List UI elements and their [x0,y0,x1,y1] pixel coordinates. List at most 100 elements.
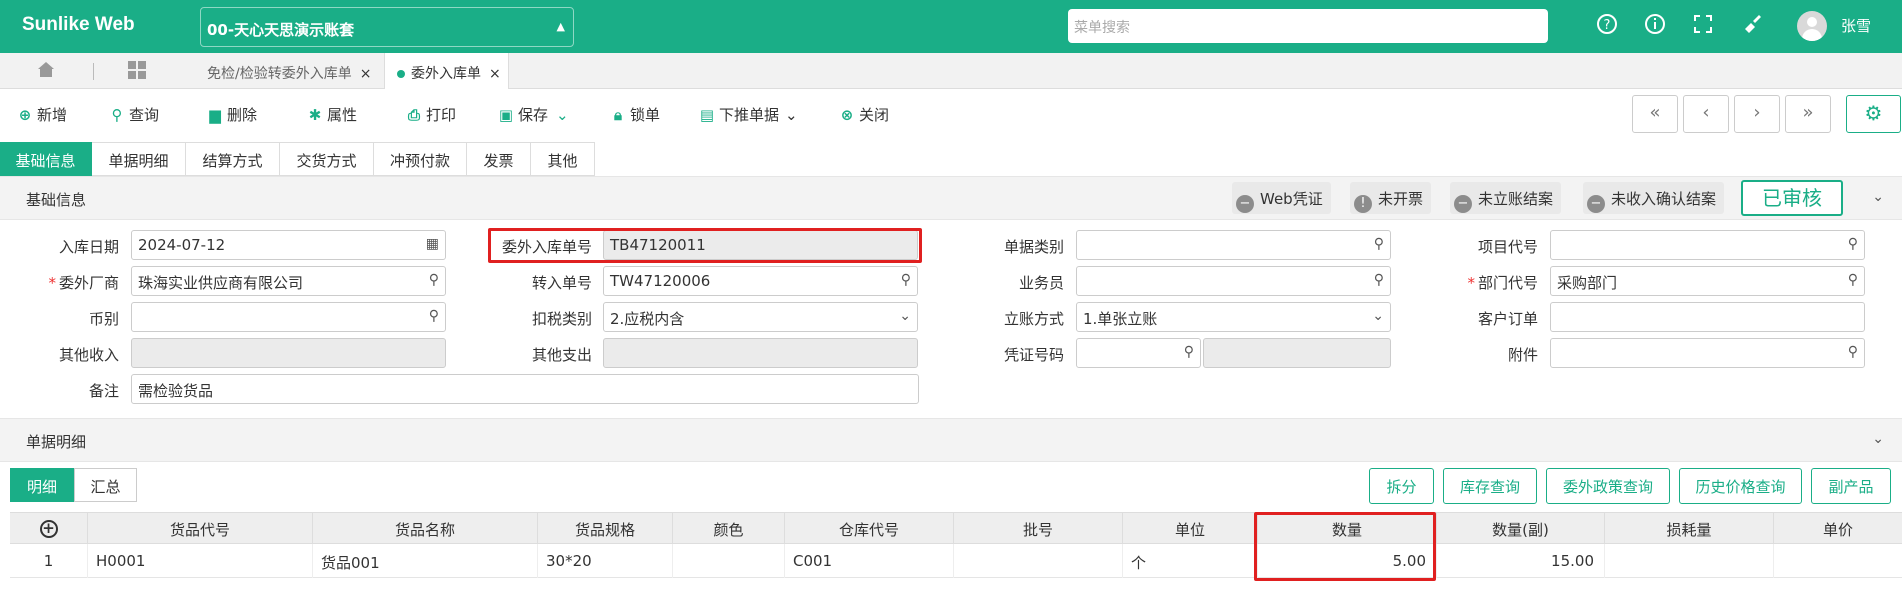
voucher-no-field[interactable]: ⚲ [1076,338,1201,368]
cell-qty2[interactable]: 15.00 [1437,544,1605,578]
col-loss[interactable]: 损耗量 [1605,513,1774,545]
by-product-button[interactable]: 副产品 [1811,468,1891,504]
stock-query-button[interactable]: 库存查询 [1443,468,1537,504]
last-record-button[interactable]: » [1785,95,1831,133]
settings-button[interactable]: ⚙ [1846,95,1901,133]
query-button[interactable]: ⚲ 查询 [108,104,160,125]
tab-inspection-transfer[interactable]: 免检/检验转委外入库单 × [195,53,385,89]
avatar[interactable] [1797,11,1827,41]
cell-warehouse[interactable]: C001 [785,544,954,578]
help-circle-icon[interactable]: ? [1594,13,1620,39]
col-color[interactable]: 颜色 [673,513,785,545]
remark-field[interactable]: 需检验货品 [131,374,919,404]
in-date-field[interactable]: 2024-07-12 ▦ [131,230,446,260]
vendor-field[interactable]: 珠海实业供应商有限公司 ⚲ [131,266,446,296]
search-icon[interactable]: ⚲ [1374,236,1384,252]
col-price[interactable]: 单价 [1774,513,1902,545]
tab-outsource-receipt[interactable]: 委外入库单 × [385,53,509,89]
customer-order-field[interactable] [1550,302,1865,332]
menu-search-input[interactable]: 菜单搜索 [1068,9,1548,43]
tab-invoice[interactable]: 发票 [467,142,531,176]
search-icon[interactable]: ⚲ [1848,272,1858,288]
tab-detail[interactable]: 明细 [10,468,74,502]
lock-button[interactable]: 🔒︎ 锁单 [609,104,660,125]
col-qty2[interactable]: 数量(副) [1437,513,1605,545]
detail-header[interactable]: 单据明细 ⌄ [0,418,1902,462]
tab-summary[interactable]: 汇总 [74,468,137,502]
tab-settlement[interactable]: 结算方式 [186,142,280,176]
user-name[interactable]: 张雪 [1841,15,1871,36]
account-mode-select[interactable]: 1.单张立账 ⌄ [1076,302,1391,332]
cell-spec[interactable]: 30*20 [538,544,673,578]
add-button[interactable]: ⊕ 新增 [16,104,67,125]
tab-doc-detail[interactable]: 单据明细 [92,142,186,176]
chevron-down-icon: ⌄ [556,106,569,124]
col-spec[interactable]: 货品规格 [538,513,673,545]
search-icon[interactable]: ⚲ [1848,236,1858,252]
close-button[interactable]: ⊗ 关闭 [838,104,889,125]
cell-unit[interactable]: 个 [1123,544,1258,578]
col-item-name[interactable]: 货品名称 [313,513,538,545]
calendar-icon[interactable]: ▦ [426,236,439,252]
search-icon[interactable]: ⚲ [1374,272,1384,288]
chevron-down-icon[interactable]: ⌄ [1872,431,1884,447]
price-history-button[interactable]: 历史价格查询 [1679,468,1802,504]
prev-record-button[interactable]: ‹ [1683,95,1729,133]
col-batch[interactable]: 批号 [954,513,1123,545]
cell-color[interactable] [673,544,785,578]
add-row-button[interactable]: + [10,513,88,545]
cell-price[interactable] [1774,544,1902,578]
caret-up-icon: ▲ [556,20,565,33]
push-down-button[interactable]: ▤ 下推单据 ⌄ [698,104,798,125]
cell-item-name[interactable]: 货品001 [313,544,538,578]
project-code-field[interactable]: ⚲ [1550,230,1865,260]
col-item-code[interactable]: 货品代号 [88,513,313,545]
outsource-policy-button[interactable]: 委外政策查询 [1546,468,1670,504]
search-icon[interactable]: ⚲ [429,308,439,324]
currency-field[interactable]: ⚲ [131,302,446,332]
info-icon[interactable] [1642,13,1668,39]
not-account-closed-chip[interactable]: − 未立账结案 [1450,182,1562,214]
cell-loss[interactable] [1605,544,1774,578]
print-button[interactable]: ⎙ 打印 [405,104,456,125]
web-voucher-chip[interactable]: − Web凭证 [1232,182,1331,214]
account-selector[interactable]: 00-天心天思演示账套 ▲ [200,7,574,47]
close-icon[interactable]: × [489,66,501,82]
tab-prepayment[interactable]: 冲预付款 [374,142,467,176]
home-icon[interactable] [26,59,66,83]
tab-other[interactable]: 其他 [531,142,595,176]
search-icon[interactable]: ⚲ [901,272,911,288]
table-row[interactable]: 1 H0001 货品001 30*20 C001 个 5.00 15.00 [10,544,1902,578]
not-income-closed-chip[interactable]: − 未收入确认结案 [1583,182,1725,214]
brush-icon[interactable] [1739,13,1765,39]
salesman-field[interactable]: ⚲ [1076,266,1391,296]
next-record-button[interactable]: › [1734,95,1780,133]
tab-basic-info[interactable]: 基础信息 [0,142,92,176]
fullscreen-icon[interactable] [1690,13,1716,39]
close-circle-icon: ⊗ [840,106,854,124]
col-unit[interactable]: 单位 [1123,513,1258,545]
close-icon[interactable]: × [360,66,372,82]
app-grid-icon[interactable] [128,61,148,81]
split-button[interactable]: 拆分 [1369,468,1434,504]
search-icon[interactable]: ⚲ [429,272,439,288]
delete-button[interactable]: ▆ 删除 [206,104,257,125]
chevron-down-icon[interactable]: ⌄ [1872,189,1884,205]
save-button[interactable]: ▣ 保存 ⌄ [497,104,569,125]
cell-batch[interactable] [954,544,1123,578]
col-warehouse[interactable]: 仓库代号 [785,513,954,545]
tax-type-select[interactable]: 2.应税内含 ⌄ [603,302,918,332]
tab-delivery[interactable]: 交货方式 [280,142,374,176]
not-invoiced-chip[interactable]: ! 未开票 [1350,182,1432,214]
dept-code-field[interactable]: 采购部门 ⚲ [1550,266,1865,296]
first-record-button[interactable]: « [1632,95,1678,133]
doc-type-field[interactable]: ⚲ [1076,230,1391,260]
label-text: 部门代号 [1477,274,1538,292]
page-tab-bar: 免检/检验转委外入库单 × 委外入库单 × [0,53,1902,89]
search-icon[interactable]: ⚲ [1848,344,1858,360]
attachment-field[interactable]: ⚲ [1550,338,1865,368]
search-icon[interactable]: ⚲ [1184,344,1194,360]
properties-button[interactable]: ✱ 属性 [306,104,357,125]
cell-item-code[interactable]: H0001 [88,544,313,578]
transfer-no-field[interactable]: TW47120006 ⚲ [603,266,918,296]
